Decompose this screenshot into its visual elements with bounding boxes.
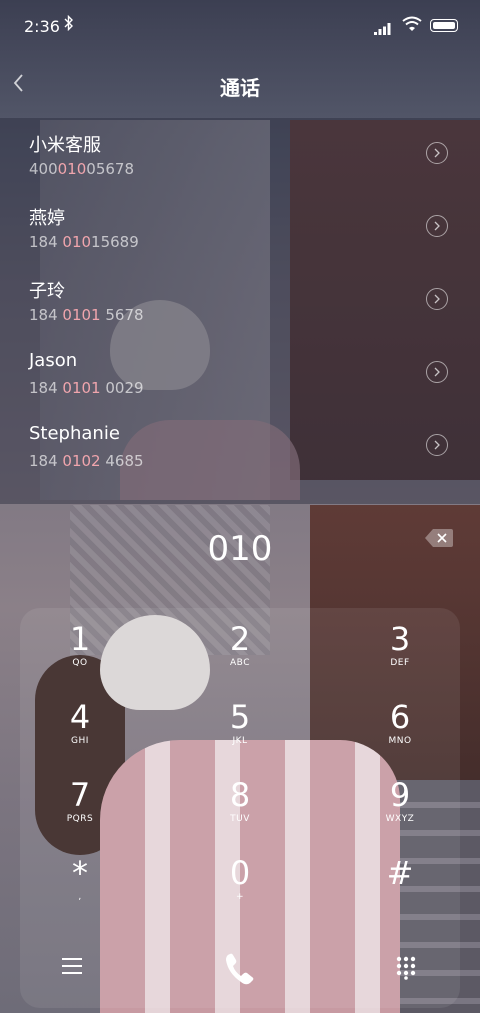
key-letters: WXYZ [385,814,415,824]
chevron-right-circle-icon[interactable] [426,288,448,310]
matched-digits: 0102 [62,452,101,470]
key-letters: DEF [390,658,410,668]
key-digit: 9 [389,776,411,814]
contact-number: 184 0101 0029 [29,379,144,397]
key-5[interactable]: 5 JKL [180,700,300,770]
search-results-list: 小米客服 40001005678 燕婷 184 01015689 子玲 184 0101 … [0,118,480,504]
key-digit: * [72,854,88,892]
dialer-actions [0,913,480,1013]
key-letters: ABC [230,658,250,668]
signal-icon [374,20,394,35]
contact-name: Stephanie [29,423,120,444]
matched-digits: 010 [62,233,92,251]
key-digit: 8 [229,776,251,814]
key-letters: QO [72,658,88,668]
contact-row[interactable]: Jason 184 0101 0029 [0,337,480,410]
key-3[interactable]: 3 DEF [340,622,460,692]
wifi-icon [402,16,422,32]
dialer-panel: 010 1 QO 2 ABC 3 DEF 4 GHI 5 JKL 6 MNO 7 PQRS 8 TUV 9 WXY… [0,504,480,1013]
key-digit: 5 [229,698,251,736]
key-7[interactable]: 7 PQRS [20,778,140,848]
key-digit: 0 [229,854,251,892]
contact-row[interactable]: 子玲 184 0101 5678 [0,264,480,337]
dialed-number: 010 [207,529,273,569]
key-digit: 1 [69,620,91,658]
contact-number: 184 01015689 [29,233,139,251]
chevron-right-circle-icon[interactable] [426,215,448,237]
matched-digits: 010 [57,160,87,178]
key-9[interactable]: 9 WXYZ [340,778,460,848]
status-bar: 2:36 [0,0,480,52]
contact-number: 40001005678 [29,160,134,178]
key-digit: 3 [389,620,411,658]
chevron-right-circle-icon[interactable] [426,434,448,456]
contact-row[interactable]: 小米客服 40001005678 [0,118,480,191]
chevron-right-circle-icon[interactable] [426,142,448,164]
key-2[interactable]: 2 ABC [180,622,300,692]
phone-icon[interactable] [222,951,258,987]
key-letters: + [235,892,245,902]
battery-icon [430,19,458,32]
matched-digits: 0101 [62,306,101,324]
key-digit: 6 [389,698,411,736]
key-1[interactable]: 1 QO [20,622,140,692]
backspace-icon[interactable] [424,526,454,550]
key-letters: GHI [71,736,89,746]
key-letters: TUV [230,814,250,824]
key-letters: MNO [388,736,412,746]
key-digit: 2 [229,620,251,658]
key-letters: PQRS [66,814,94,824]
page-title: 通话 [220,76,260,100]
keypad-icon[interactable] [396,956,416,980]
bluetooth-icon [64,14,74,35]
contact-name: 燕婷 [29,208,65,229]
header: 通话 [0,52,480,118]
contact-number: 184 0102 4685 [29,452,144,470]
key-6[interactable]: 6 MNO [340,700,460,770]
contact-number: 184 0101 5678 [29,306,144,324]
chevron-right-circle-icon[interactable] [426,361,448,383]
contact-name: 子玲 [29,281,65,302]
key-letters: JKL [232,736,248,746]
contact-name: Jason [29,350,78,371]
key-digit: # [386,854,414,892]
menu-icon[interactable] [62,957,84,975]
contact-name: 小米客服 [29,135,101,156]
contact-row[interactable]: Stephanie 184 0102 4685 [0,410,480,483]
key-digit: 4 [69,698,91,736]
key-4[interactable]: 4 GHI [20,700,140,770]
key-8[interactable]: 8 TUV [180,778,300,848]
key-letters: , [78,892,82,902]
matched-digits: 0101 [62,379,101,397]
status-time: 2:36 [24,17,60,36]
key-digit: 7 [69,776,91,814]
contact-row[interactable]: 燕婷 184 01015689 [0,191,480,264]
